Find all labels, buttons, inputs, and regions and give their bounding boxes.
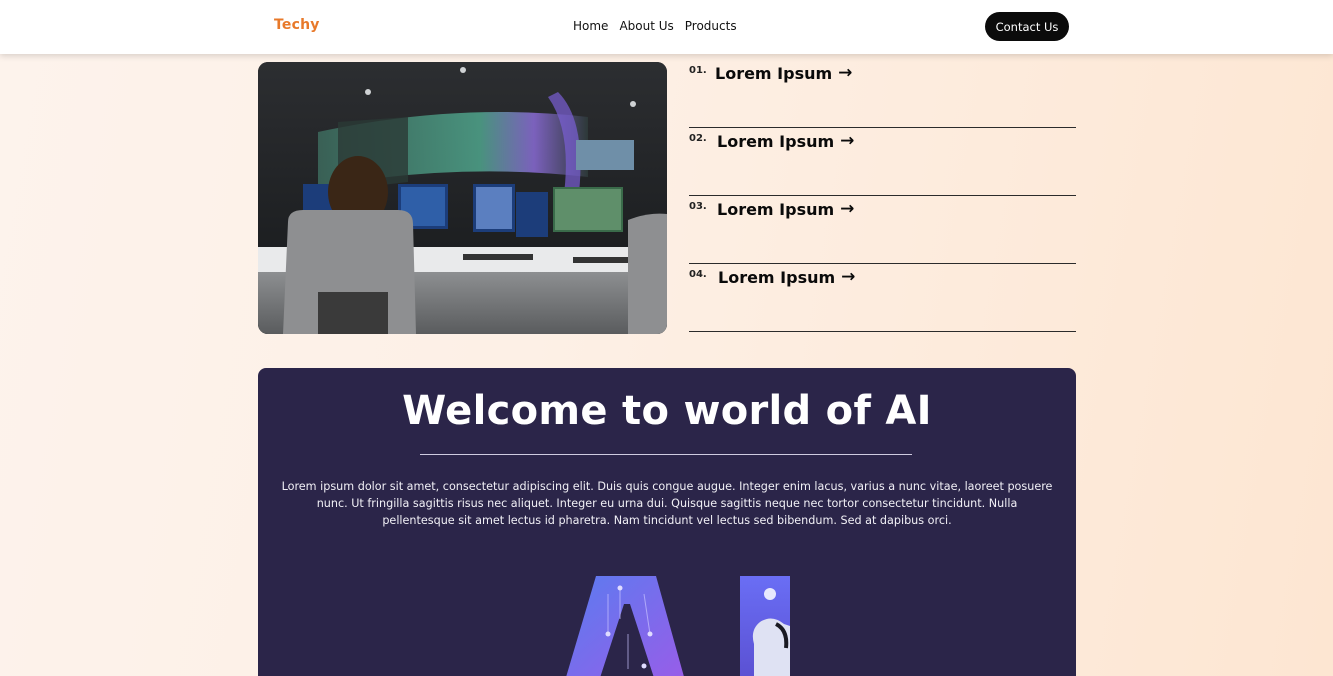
control-room-photo — [258, 62, 667, 334]
feature-item-04[interactable]: 04. Lorem Ipsum → — [689, 264, 1076, 332]
feature-title-text: Lorem Ipsum — [715, 64, 833, 83]
arrow-right-icon: → — [841, 267, 856, 287]
feature-title-link[interactable]: Lorem Ipsum → — [715, 64, 852, 83]
contact-us-button[interactable]: Contact Us — [985, 12, 1069, 41]
feature-title-link[interactable]: Lorem Ipsum → — [717, 200, 854, 219]
nav-links: Home About Us Products — [573, 19, 737, 33]
top-navbar: Techy Home About Us Products Contact Us — [0, 0, 1333, 54]
feature-number: 02. — [689, 133, 707, 144]
feature-title-link[interactable]: Lorem Ipsum → — [718, 268, 855, 287]
arrow-right-icon: → — [838, 63, 853, 83]
feature-title-link[interactable]: Lorem Ipsum → — [717, 132, 854, 151]
feature-item-03[interactable]: 03. Lorem Ipsum → — [689, 196, 1076, 264]
feature-number: 01. — [689, 65, 707, 76]
ai-letters-graphic — [566, 576, 790, 676]
welcome-heading: Welcome to world of AI — [402, 388, 932, 434]
feature-title-text: Lorem Ipsum — [717, 132, 835, 151]
feature-title-text: Lorem Ipsum — [718, 268, 836, 287]
feature-title-text: Lorem Ipsum — [717, 200, 835, 219]
nav-link-about-us[interactable]: About Us — [619, 19, 673, 33]
heading-divider — [420, 454, 912, 455]
nav-link-home[interactable]: Home — [573, 19, 608, 33]
feature-item-02[interactable]: 02. Lorem Ipsum → — [689, 128, 1076, 196]
brand-logo[interactable]: Techy — [274, 17, 320, 33]
feature-list: 01. Lorem Ipsum → 02. Lorem Ipsum → 03. … — [689, 60, 1076, 332]
feature-number: 04. — [689, 269, 707, 280]
arrow-right-icon: → — [840, 131, 855, 151]
arrow-right-icon: → — [840, 199, 855, 219]
welcome-section: Welcome to world of AI Lorem ipsum dolor… — [258, 368, 1076, 676]
welcome-description: Lorem ipsum dolor sit amet, consectetur … — [281, 480, 1053, 527]
control-room-illustration — [258, 62, 667, 334]
nav-link-products[interactable]: Products — [685, 19, 737, 33]
feature-number: 03. — [689, 201, 707, 212]
feature-item-01[interactable]: 01. Lorem Ipsum → — [689, 60, 1076, 128]
